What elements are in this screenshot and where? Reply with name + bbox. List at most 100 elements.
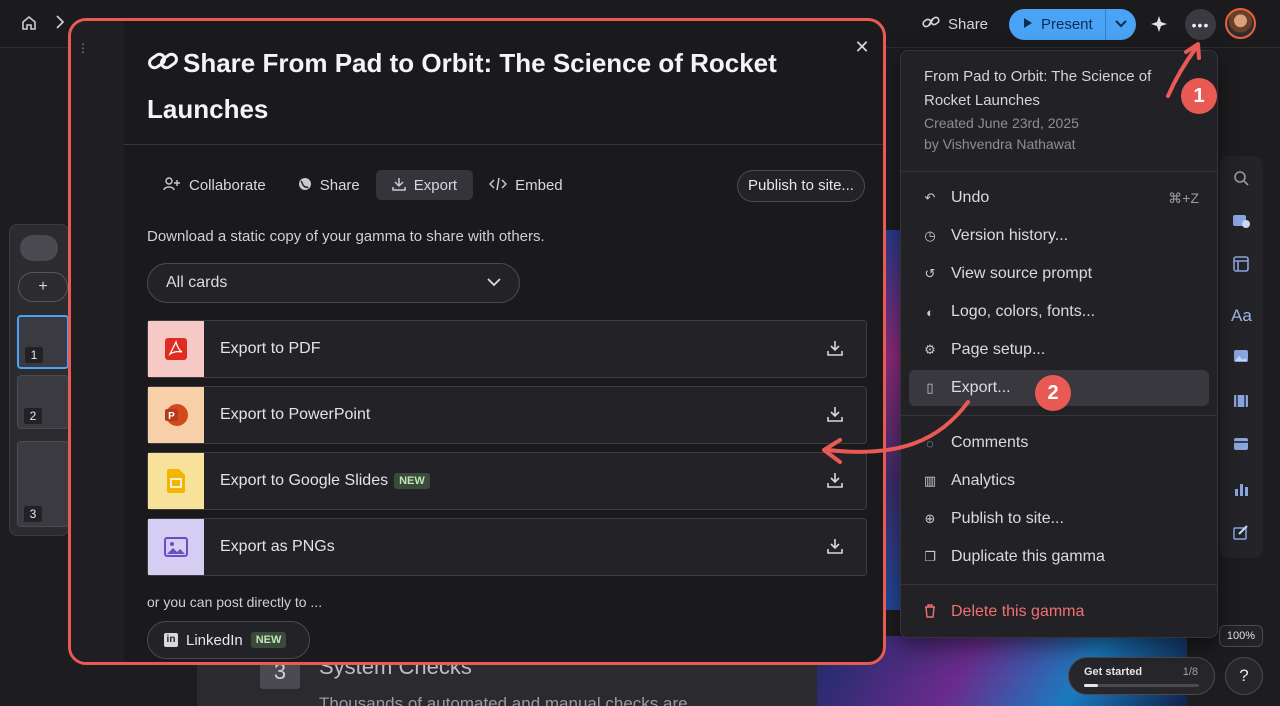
menu-item-undo[interactable]: ↶ Undo ⌘+Z xyxy=(909,180,1209,216)
annotation-step-2: 2 xyxy=(1035,375,1071,411)
chart-icon[interactable] xyxy=(1231,481,1251,501)
present-button[interactable]: Present xyxy=(1009,9,1136,40)
add-card-icon[interactable] xyxy=(1231,212,1251,232)
card-range-value: All cards xyxy=(166,274,228,291)
menu-item-label: Export... xyxy=(951,379,1011,396)
menu-item-view-source-prompt[interactable]: ↺ View source prompt xyxy=(909,256,1209,292)
home-icon[interactable] xyxy=(19,14,39,34)
svg-text:P: P xyxy=(168,411,175,422)
comment-icon: ◌ xyxy=(926,435,934,451)
get-started-progress-bar xyxy=(1084,684,1199,687)
add-card-button[interactable]: + xyxy=(18,272,68,302)
menu-item-page-setup[interactable]: ⚙ Page setup... xyxy=(909,332,1209,368)
download-icon xyxy=(392,177,406,194)
thumbnail-number: 1 xyxy=(25,347,43,363)
tab-export[interactable]: Export xyxy=(375,170,474,200)
menu-item-shortcut: ⌘+Z xyxy=(1168,189,1199,206)
dialog-title-text: Share From Pad to Orbit: The Science of … xyxy=(147,48,777,124)
menu-item-logo-colors-fonts[interactable]: ◐ Logo, colors, fonts... xyxy=(909,294,1209,330)
present-dropdown[interactable] xyxy=(1105,9,1136,40)
embed-block-icon[interactable] xyxy=(1231,436,1251,456)
history-icon: ↺ xyxy=(924,266,936,281)
present-main[interactable]: Present xyxy=(1009,16,1105,33)
card-range-select[interactable]: All cards xyxy=(147,263,520,303)
play-icon xyxy=(1023,16,1033,33)
menu-item-label: Duplicate this gamma xyxy=(951,548,1105,565)
export-google-slides-option[interactable]: Export to Google Slides NEW xyxy=(147,452,867,510)
export-pdf-option[interactable]: Export to PDF xyxy=(147,320,867,378)
gear-icon: ⚙ xyxy=(924,342,936,357)
powerpoint-icon: P xyxy=(148,387,204,443)
menu-created-date: Created June 23rd, 2025 xyxy=(924,115,1079,131)
export-powerpoint-option[interactable]: P Export to PowerPoint xyxy=(147,386,867,444)
thumbnail-number: 3 xyxy=(24,506,42,522)
globe-icon: ⊕ xyxy=(924,511,936,526)
add-user-icon xyxy=(163,176,181,194)
tab-share[interactable]: Share xyxy=(282,170,376,200)
menu-divider xyxy=(901,171,1217,172)
chevron-down-icon xyxy=(487,274,501,292)
share-tabs: Collaborate Share Export Embed xyxy=(147,170,579,200)
tab-embed[interactable]: Embed xyxy=(473,170,579,200)
menu-divider xyxy=(901,584,1217,585)
menu-item-version-history[interactable]: ◷ Version history... xyxy=(909,218,1209,254)
thumbnail-view-toggle[interactable] xyxy=(20,235,58,261)
file-icon: ▯ xyxy=(926,380,934,395)
new-badge: NEW xyxy=(250,632,287,648)
tab-label: Embed xyxy=(515,176,563,194)
share-button[interactable]: Share xyxy=(922,10,988,38)
menu-item-label: Version history... xyxy=(951,227,1069,244)
pdf-icon xyxy=(148,321,204,377)
export-png-option[interactable]: Export as PNGs xyxy=(147,518,867,576)
search-icon[interactable] xyxy=(1231,170,1251,190)
link-icon xyxy=(922,15,940,33)
ai-sparkle-icon[interactable] xyxy=(1150,14,1170,34)
thumbnail-card-1[interactable]: 1 xyxy=(17,315,69,369)
avatar[interactable] xyxy=(1225,8,1256,39)
menu-item-label: Page setup... xyxy=(951,341,1046,358)
download-icon xyxy=(826,538,844,556)
edit-card-icon[interactable] xyxy=(1231,524,1251,544)
post-directly-text: or you can post directly to ... xyxy=(147,594,323,610)
dialog-title: Share From Pad to Orbit: The Science of … xyxy=(147,41,837,131)
undo-icon: ↶ xyxy=(924,190,936,205)
share-button-label: Share xyxy=(948,15,989,33)
drag-handle-icon: ⋮ xyxy=(77,41,89,55)
menu-item-analytics[interactable]: ▥ Analytics xyxy=(909,463,1209,499)
help-button[interactable]: ? xyxy=(1225,657,1263,695)
menu-item-delete[interactable]: Delete this gamma xyxy=(909,594,1209,630)
tab-collaborate[interactable]: Collaborate xyxy=(147,170,282,200)
thumbnail-panel: + 1 2 3 xyxy=(9,224,69,536)
editor-left-strip: ⋮ xyxy=(71,21,124,662)
layout-icon[interactable] xyxy=(1231,256,1251,276)
close-icon[interactable]: ✕ xyxy=(852,37,872,57)
menu-item-label: Publish to site... xyxy=(951,510,1064,527)
text-style-icon[interactable]: Aa xyxy=(1231,306,1252,326)
menu-item-publish-to-site[interactable]: ⊕ Publish to site... xyxy=(909,501,1209,537)
menu-divider xyxy=(901,415,1217,416)
get-started-button[interactable]: Get started 1/8 xyxy=(1068,657,1215,695)
menu-item-duplicate[interactable]: ❐ Duplicate this gamma xyxy=(909,539,1209,575)
option-label: Export to Google Slides NEW xyxy=(220,472,430,490)
export-description: Download a static copy of your gamma to … xyxy=(147,228,545,245)
thumbnail-card-3[interactable]: 3 xyxy=(17,441,69,527)
download-icon xyxy=(826,340,844,358)
more-options-button[interactable]: ••• xyxy=(1185,9,1216,40)
menu-item-label: Logo, colors, fonts... xyxy=(951,303,1096,320)
thumbnail-card-2[interactable]: 2 xyxy=(17,375,69,429)
image-icon[interactable] xyxy=(1231,348,1251,368)
annotation-step-1: 1 xyxy=(1181,78,1217,114)
menu-author: by Vishvendra Nathawat xyxy=(924,136,1076,152)
menu-item-label: Undo xyxy=(951,189,990,206)
get-started-progress-fill xyxy=(1084,684,1099,687)
menu-item-comments[interactable]: ◌ Comments xyxy=(909,425,1209,461)
publish-to-site-button[interactable]: Publish to site... xyxy=(737,170,865,202)
background-slide-body: Thousands of automated and manual checks… xyxy=(319,694,688,706)
linkedin-button[interactable]: in LinkedIn NEW xyxy=(147,621,310,659)
get-started-progress-text: 1/8 xyxy=(1182,666,1198,678)
menu-item-label: Comments xyxy=(951,434,1029,451)
zoom-level[interactable]: 100% xyxy=(1219,625,1263,647)
video-icon[interactable] xyxy=(1231,393,1251,413)
option-label-text: Export to Google Slides xyxy=(220,472,389,489)
menu-item-label: Delete this gamma xyxy=(951,603,1085,620)
